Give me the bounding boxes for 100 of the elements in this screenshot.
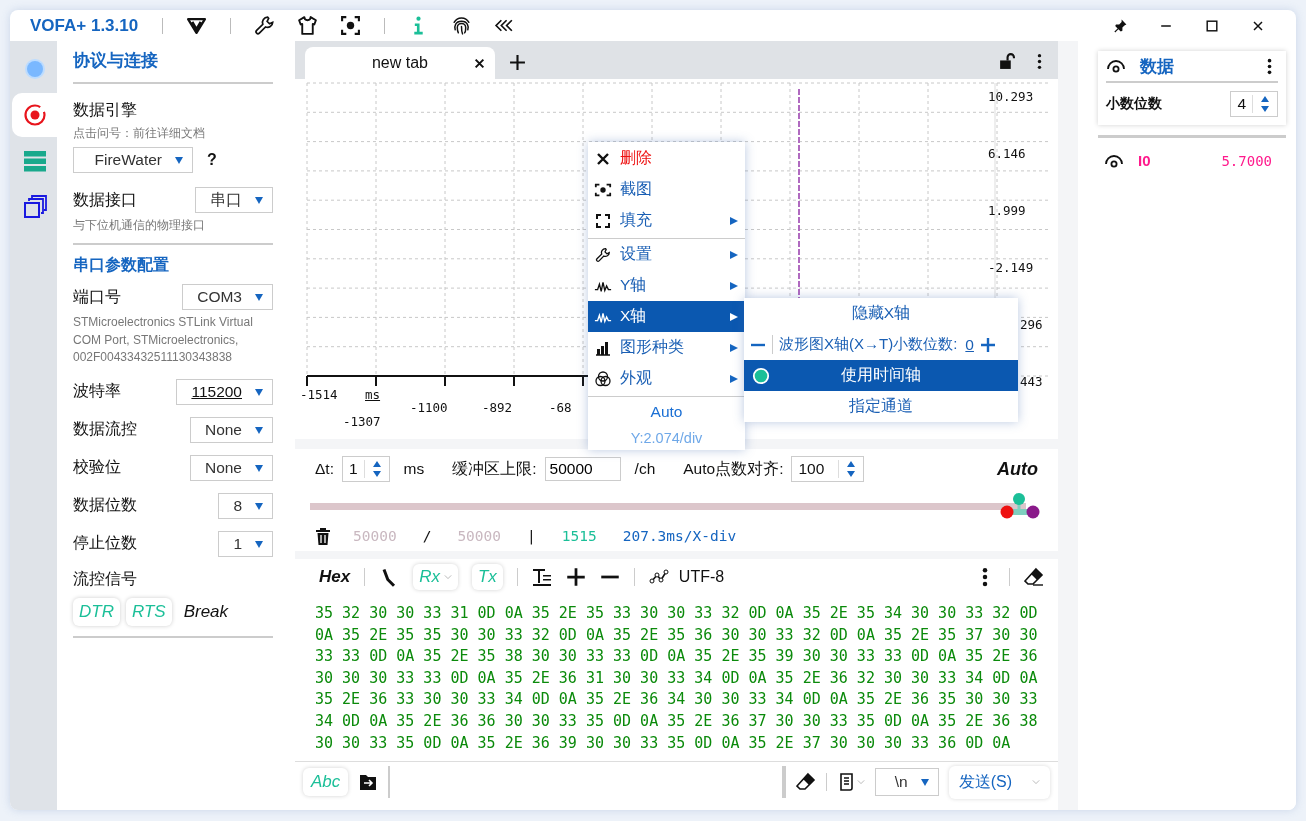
close-icon[interactable] [474, 57, 485, 69]
menu-item[interactable]: 图形种类 [588, 332, 745, 363]
wrench-icon[interactable] [254, 15, 276, 36]
field-label: 缓冲区上限: [452, 458, 537, 479]
y-tick-label: 6.146 [988, 146, 1026, 161]
menu-item[interactable]: 填充 [588, 205, 745, 236]
send-file-icon[interactable] [358, 772, 379, 792]
eraser-icon[interactable] [795, 772, 816, 792]
record-icon [22, 103, 47, 127]
field-label: Auto点数对齐: [683, 458, 784, 479]
x-tick-label: ms [365, 387, 381, 402]
hint-text: 与下位机通信的物理接口 [73, 218, 206, 233]
app-title: VOFA+ 1.3.10 [30, 15, 139, 36]
param-select[interactable]: 8 [218, 492, 273, 519]
spinner-arrows-icon[interactable] [845, 459, 858, 479]
engine-select[interactable]: FireWater [73, 147, 193, 173]
screenshot-icon [594, 181, 612, 198]
param-select[interactable]: 115200 [176, 378, 273, 405]
screenshot-icon[interactable] [340, 15, 362, 36]
section-title: 串口参数配置 [73, 255, 170, 275]
dt-spinner[interactable]: 1 [341, 456, 390, 482]
field-label: 波特率 [73, 381, 121, 401]
submenu-arrow-icon [729, 311, 739, 322]
unit-label: ms [403, 460, 425, 478]
help-link[interactable]: ? [207, 151, 217, 169]
maximize-icon[interactable] [1204, 17, 1220, 34]
field-label: 数据位数 [73, 495, 137, 515]
x-tick-label: -1307 [343, 414, 381, 429]
menu-item[interactable]: 指定通道 [744, 391, 1018, 422]
eye-icon[interactable] [1106, 59, 1126, 73]
hex-toggle[interactable]: Hex [319, 567, 351, 587]
field-label: 流控信号 [73, 568, 138, 589]
rail-tab[interactable] [12, 93, 57, 137]
shirt-icon[interactable] [297, 15, 319, 36]
submenu-arrow-icon [729, 249, 739, 260]
caret-icon [254, 292, 264, 302]
interface-select[interactable]: 串口 [195, 187, 273, 213]
wrench-icon [594, 246, 612, 263]
trash-icon[interactable] [315, 527, 331, 545]
hex-line: 30 30 33 35 0D 0A 35 2E 36 39 30 30 33 35 0D 0A 35 2E 37 30 30 30 33 36 0D 0A [315, 732, 1012, 754]
caret-icon [254, 386, 264, 397]
bar-chart-icon [594, 339, 612, 356]
logo-icon[interactable] [186, 15, 208, 36]
buffer-input[interactable]: 50000 [544, 457, 621, 481]
slider-track[interactable] [310, 503, 1026, 510]
param-select[interactable]: 1 [218, 530, 273, 557]
circles-icon [594, 370, 612, 387]
buffer-capacity: 50000 [457, 528, 502, 544]
param-select[interactable]: None [189, 454, 273, 481]
field-label: 端口号 [73, 286, 121, 307]
port-select[interactable]: COM3 [182, 284, 273, 310]
x-tick-label: -1514 [300, 387, 338, 402]
caret-icon [443, 574, 452, 580]
align-spinner[interactable]: 100 [791, 456, 865, 482]
field-label: 数据引擎 [73, 100, 138, 120]
menu-footer-text[interactable]: Auto [588, 397, 745, 426]
menu-item[interactable]: 外观 [588, 363, 745, 394]
hex-line: 34 0D 0A 35 2E 36 36 30 30 33 35 0D 0A 35 2E 36 37 30 30 33 35 0D 0A 35 2E 36 38 [315, 710, 1039, 732]
time-scale: 207.3ms/X-div [622, 528, 737, 544]
menu-item[interactable]: 使用时间轴 [744, 360, 1018, 391]
eraser-icon[interactable] [1024, 567, 1044, 587]
hex-line: 0A 35 2E 35 35 30 30 33 32 0D 0A 35 2E 35 36 30 30 33 32 0D 0A 35 2E 35 37 30 30 [315, 624, 1039, 646]
x-tick-label: -892 [482, 400, 513, 415]
line-ending-select[interactable]: \n [874, 768, 939, 796]
plus-icon[interactable] [565, 567, 586, 587]
mode-label[interactable]: Auto [997, 458, 1038, 480]
eye-icon[interactable] [1104, 153, 1124, 168]
text-format-icon[interactable] [531, 567, 552, 587]
buffer-used: 50000 [353, 528, 397, 544]
menu-item[interactable]: X轴 [588, 301, 745, 332]
fingerprint-icon[interactable] [451, 15, 473, 36]
card-title: 数据 [1140, 55, 1174, 78]
encoding-select[interactable]: UTF-8 [678, 568, 725, 586]
submenu-arrow-icon [729, 215, 739, 226]
add-tab-icon[interactable] [509, 54, 526, 71]
y-tick-label: 1.999 [988, 203, 1026, 218]
point-count: 1515 [561, 528, 597, 544]
caret-icon [1032, 779, 1040, 785]
menu-item[interactable]: 删除 [588, 143, 745, 174]
lock-icon[interactable] [998, 53, 1015, 70]
signal-button[interactable]: Break [177, 597, 235, 626]
param-select[interactable]: None [189, 416, 273, 443]
nodes-icon[interactable] [648, 567, 669, 587]
menu-item[interactable]: 截图 [588, 174, 745, 205]
port-description: STMicroelectronics STLink Virtual COM Port, STMicroelectronics, 002F00433432511130343838 [73, 314, 254, 366]
caret-icon [254, 424, 264, 435]
pin-icon[interactable] [1112, 17, 1128, 34]
stack-icon [22, 149, 47, 173]
menu-item[interactable]: 隐藏X轴 [744, 298, 1018, 329]
decimals-value[interactable]: 0 [965, 335, 974, 354]
caret-icon [254, 195, 264, 205]
caret-icon [254, 462, 264, 473]
send-button[interactable]: 发送(S) [948, 765, 1050, 799]
menu-item[interactable]: 设置 [588, 238, 745, 270]
spinner-arrows-icon[interactable] [1259, 94, 1271, 114]
tab[interactable]: new tab [305, 47, 495, 79]
caret-icon [254, 500, 264, 511]
spinner-arrows-icon[interactable] [370, 459, 383, 479]
menu-item[interactable]: Y轴 [588, 270, 745, 301]
decimals-spinner[interactable]: 4 [1230, 91, 1278, 117]
